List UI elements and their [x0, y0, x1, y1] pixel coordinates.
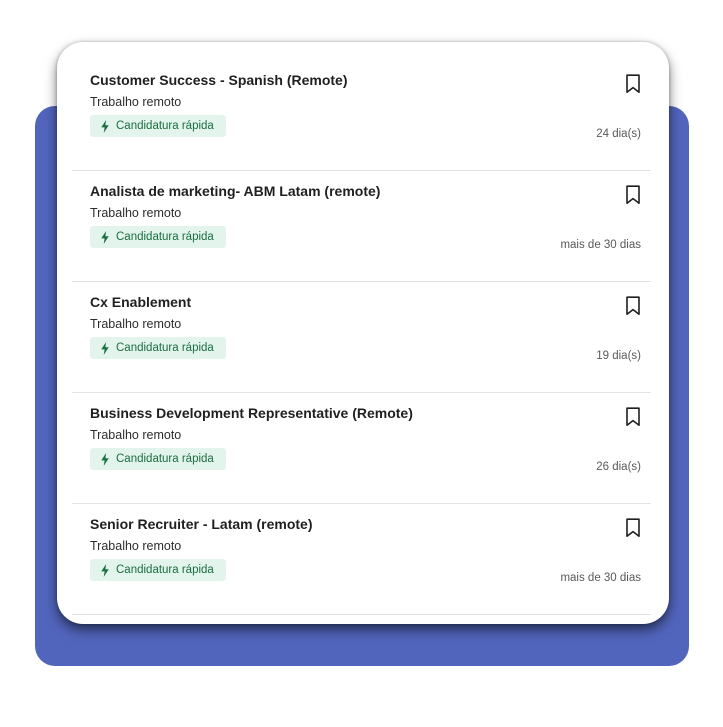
screenshot-stage: Customer Success - Spanish (Remote) Trab… — [0, 0, 723, 727]
bookmark-icon[interactable] — [625, 407, 641, 427]
job-list-item[interactable]: Senior Implementation Engineer (Remote) … — [72, 615, 651, 624]
bookmark-icon[interactable] — [625, 518, 641, 538]
quick-apply-badge: Candidatura rápida — [90, 226, 226, 248]
job-list-card: Customer Success - Spanish (Remote) Trab… — [57, 42, 669, 624]
quick-apply-label: Candidatura rápida — [116, 453, 214, 465]
quick-apply-badge: Candidatura rápida — [90, 448, 226, 470]
posted-date: 19 dia(s) — [596, 350, 641, 362]
job-title[interactable]: Analista de marketing- ABM Latam (remote… — [90, 183, 380, 199]
lightning-bolt-icon — [101, 452, 109, 466]
posted-date: 26 dia(s) — [596, 461, 641, 473]
quick-apply-badge: Candidatura rápida — [90, 337, 226, 359]
job-list-item[interactable]: Business Development Representative (Rem… — [72, 393, 651, 504]
bookmark-icon[interactable] — [625, 185, 641, 205]
job-list-item[interactable]: Customer Success - Spanish (Remote) Trab… — [72, 60, 651, 171]
quick-apply-label: Candidatura rápida — [116, 231, 214, 243]
quick-apply-label: Candidatura rápida — [116, 564, 214, 576]
quick-apply-badge: Candidatura rápida — [90, 115, 226, 137]
job-title[interactable]: Senior Recruiter - Latam (remote) — [90, 516, 313, 532]
quick-apply-label: Candidatura rápida — [116, 342, 214, 354]
job-list-item[interactable]: Cx Enablement Trabalho remoto Candidatur… — [72, 282, 651, 393]
job-list: Customer Success - Spanish (Remote) Trab… — [57, 60, 669, 624]
job-location: Trabalho remoto — [90, 317, 182, 331]
job-location: Trabalho remoto — [90, 539, 182, 553]
job-location: Trabalho remoto — [90, 428, 182, 442]
bookmark-icon[interactable] — [625, 296, 641, 316]
job-title[interactable]: Cx Enablement — [90, 294, 191, 310]
lightning-bolt-icon — [101, 563, 109, 577]
job-list-item[interactable]: Analista de marketing- ABM Latam (remote… — [72, 171, 651, 282]
posted-date: 24 dia(s) — [596, 128, 641, 140]
job-title[interactable]: Customer Success - Spanish (Remote) — [90, 72, 348, 88]
job-list-item[interactable]: Senior Recruiter - Latam (remote) Trabal… — [72, 504, 651, 615]
posted-date: mais de 30 dias — [560, 239, 641, 251]
quick-apply-badge: Candidatura rápida — [90, 559, 226, 581]
lightning-bolt-icon — [101, 341, 109, 355]
lightning-bolt-icon — [101, 230, 109, 244]
bookmark-icon[interactable] — [625, 74, 641, 94]
quick-apply-label: Candidatura rápida — [116, 120, 214, 132]
posted-date: mais de 30 dias — [560, 572, 641, 584]
job-title[interactable]: Business Development Representative (Rem… — [90, 405, 413, 421]
job-location: Trabalho remoto — [90, 206, 182, 220]
lightning-bolt-icon — [101, 119, 109, 133]
job-location: Trabalho remoto — [90, 95, 182, 109]
